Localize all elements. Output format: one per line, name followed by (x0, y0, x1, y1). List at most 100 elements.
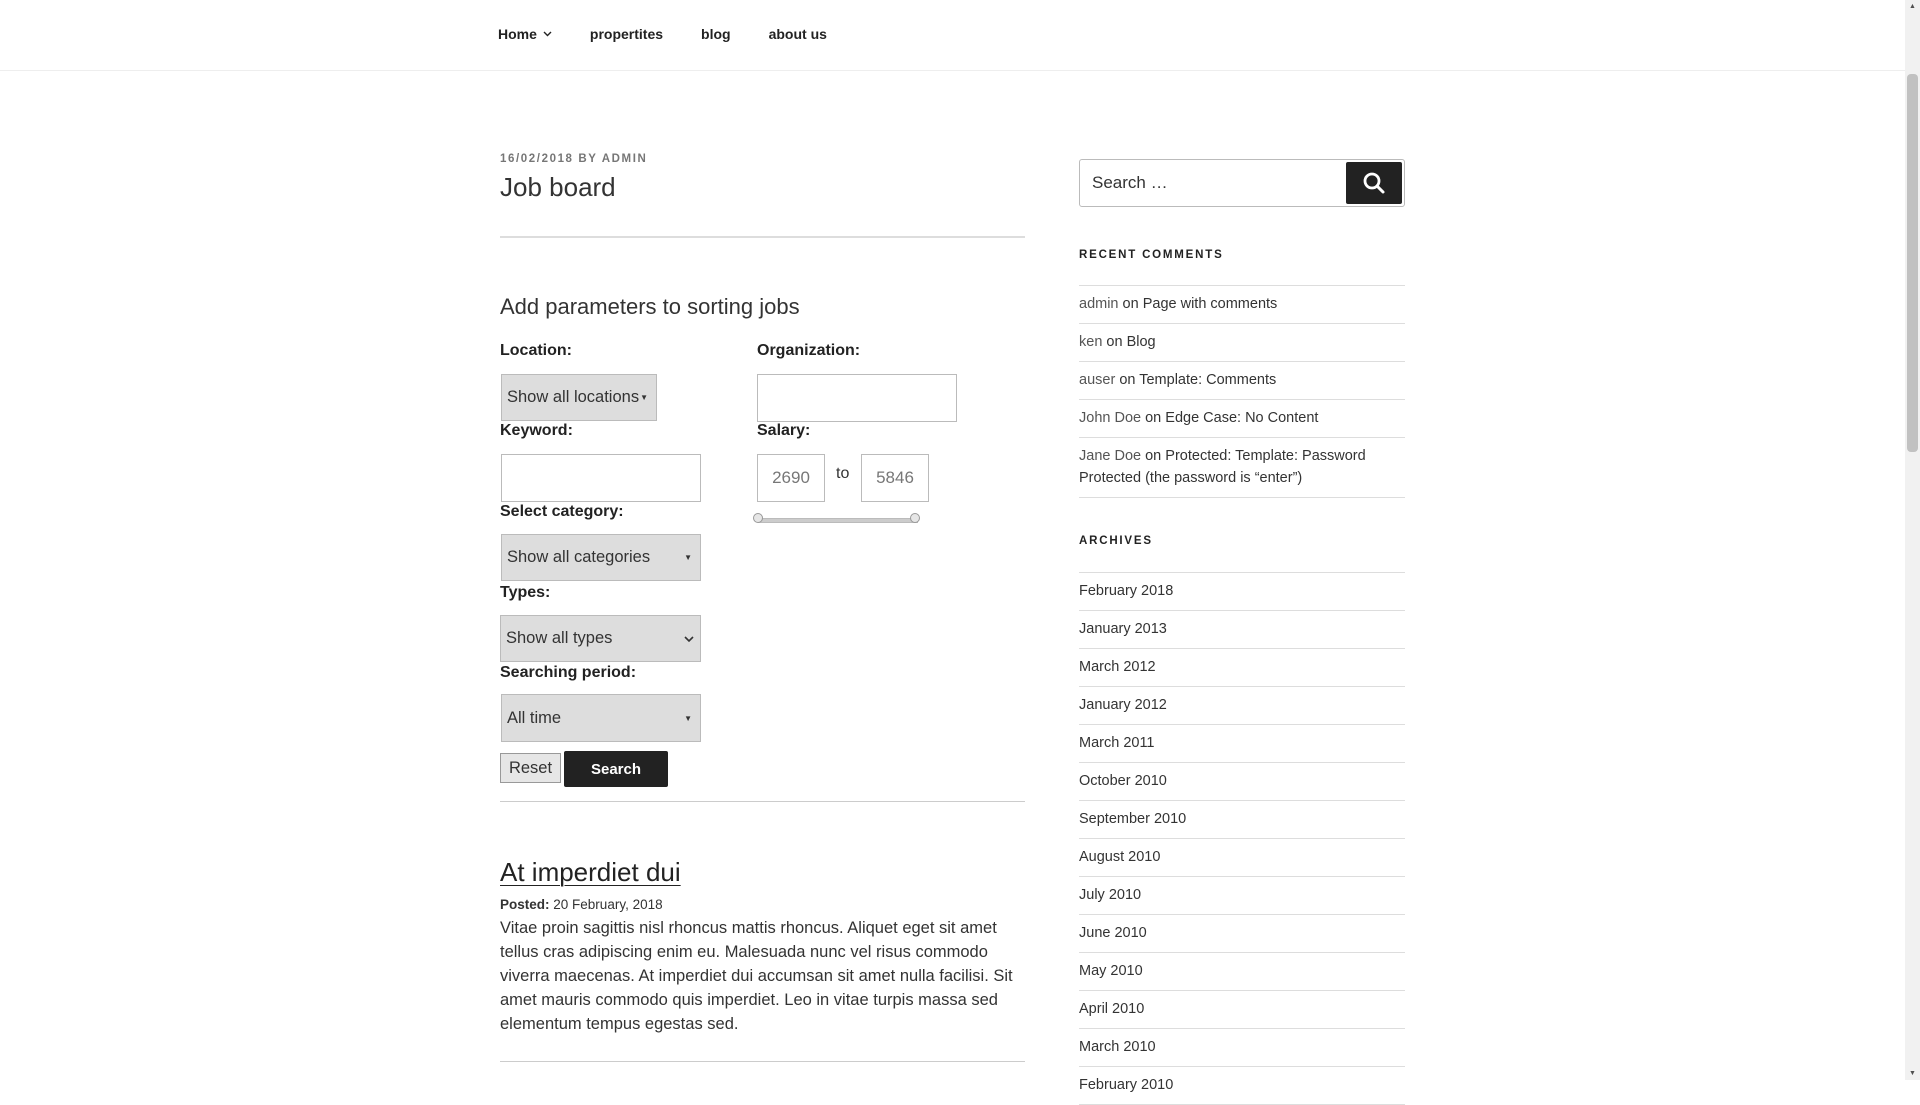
comment-on: on (1145, 410, 1162, 426)
comment-post-link[interactable]: Edge Case: No Content (1165, 410, 1318, 426)
comment-author: auser (1079, 372, 1116, 388)
period-select[interactable]: All time ▼ (501, 694, 701, 742)
scrollbar-thumb[interactable] (1907, 74, 1918, 452)
keyword-input[interactable] (501, 454, 701, 502)
nav-item-about-us[interactable]: about us (769, 26, 827, 42)
category-select-value: Show all categories (507, 548, 651, 566)
recent-comments-title: RECENT COMMENTS (1079, 249, 1224, 261)
dropdown-arrow-icon: ▼ (640, 393, 648, 402)
chevron-down-icon (684, 632, 694, 646)
nav-item-home[interactable]: Home (498, 26, 552, 42)
archive-link[interactable]: March 2012 (1079, 659, 1156, 675)
archive-item: September 2010 (1079, 801, 1405, 839)
post-date[interactable]: 16/02/2018 (500, 153, 574, 165)
types-select[interactable]: Show all types (500, 615, 701, 662)
types-label: Types: (500, 584, 551, 601)
search-button[interactable]: Search (564, 751, 668, 787)
comment-post-link[interactable]: Template: Comments (1139, 372, 1276, 388)
nav-item-blog[interactable]: blog (701, 26, 731, 42)
job-posted-label: Posted: (500, 897, 550, 912)
location-label: Location: (500, 342, 572, 359)
job-title-link[interactable]: At imperdiet dui (500, 857, 681, 888)
comment-on: on (1145, 448, 1162, 464)
archive-item: March 2010 (1079, 1029, 1405, 1067)
period-select-value: All time (507, 708, 562, 727)
organization-input[interactable] (757, 374, 957, 422)
comment-author: John Doe (1079, 410, 1142, 426)
archive-link[interactable]: October 2010 (1079, 773, 1167, 789)
top-navigation: Home propertites blog about us (0, 0, 1905, 71)
comment-on: on (1119, 372, 1136, 388)
keyword-label: Keyword: (500, 422, 573, 439)
recent-comments-list: admin on Page with comments ken on Blog … (1079, 285, 1405, 498)
list-item: Jane Doe on Protected: Template: Passwor… (1079, 438, 1405, 498)
comment-author: admin (1079, 296, 1119, 312)
salary-max-input[interactable]: 5846 (861, 454, 929, 502)
nav-item-label: blog (701, 26, 731, 42)
archive-link[interactable]: May 2010 (1079, 963, 1143, 979)
salary-slider-max-handle[interactable] (910, 513, 920, 523)
comment-author: ken (1079, 334, 1103, 350)
post-meta: 16/02/2018 BY ADMIN (500, 153, 647, 165)
nav-item-propertites[interactable]: propertites (590, 26, 663, 42)
archive-link[interactable]: January 2012 (1079, 697, 1167, 713)
sort-form-heading: Add parameters to sorting jobs (500, 294, 800, 319)
salary-slider-min-handle[interactable] (753, 513, 763, 523)
list-item: admin on Page with comments (1079, 286, 1405, 324)
search-icon (1363, 172, 1385, 194)
comment-on: on (1106, 334, 1123, 350)
nav-item-label: about us (768, 26, 827, 42)
divider (500, 236, 1025, 238)
archive-link[interactable]: January 2013 (1079, 621, 1167, 637)
salary-min-input[interactable]: 2690 (757, 454, 825, 502)
list-item: John Doe on Edge Case: No Content (1079, 400, 1405, 438)
archives-list: February 2018 January 2013 March 2012 Ja… (1079, 572, 1405, 1105)
archive-link[interactable]: March 2010 (1079, 1039, 1156, 1055)
archive-link[interactable]: March 2011 (1079, 735, 1155, 751)
scroll-up-arrow-icon[interactable]: ▲ (1908, 3, 1917, 10)
divider (500, 801, 1025, 802)
archive-item: October 2010 (1079, 763, 1405, 801)
salary-to-label: to (836, 465, 850, 482)
types-select-value: Show all types (506, 629, 613, 647)
chevron-down-icon (543, 29, 552, 40)
location-select[interactable]: Show all locations ▼ (501, 374, 657, 421)
archive-link[interactable]: September 2010 (1079, 811, 1186, 827)
divider (500, 1061, 1025, 1062)
page-title: Job board (500, 172, 616, 202)
search-input[interactable]: Search … (1092, 173, 1168, 193)
category-label: Select category: (500, 503, 624, 520)
comment-post-link[interactable]: Page with comments (1143, 296, 1278, 312)
archive-item: July 2010 (1079, 877, 1405, 915)
location-select-value: Show all locations (507, 388, 640, 406)
comment-on: on (1122, 296, 1139, 312)
archive-item: February 2018 (1079, 573, 1405, 611)
archive-item: February 2010 (1079, 1067, 1405, 1105)
archive-item: March 2011 (1079, 725, 1405, 763)
list-item: ken on Blog (1079, 324, 1405, 362)
archive-item: May 2010 (1079, 953, 1405, 991)
salary-range-slider[interactable] (758, 518, 918, 523)
scroll-down-arrow-icon[interactable]: ▼ (1908, 1070, 1917, 1077)
nav-item-label: propertites (589, 26, 664, 42)
salary-label: Salary: (757, 422, 811, 439)
reset-button[interactable]: Reset (500, 753, 561, 783)
job-posted-date: 20 February, 2018 (553, 897, 663, 912)
archive-link[interactable]: April 2010 (1079, 1001, 1144, 1017)
archive-link[interactable]: June 2010 (1079, 925, 1147, 941)
archive-link[interactable]: February 2018 (1079, 583, 1173, 599)
archive-link[interactable]: August 2010 (1079, 849, 1160, 865)
archive-item: June 2010 (1079, 915, 1405, 953)
archive-link[interactable]: July 2010 (1079, 887, 1141, 903)
archive-item: April 2010 (1079, 991, 1405, 1029)
sidebar-search-button[interactable] (1346, 162, 1402, 204)
job-description: Vitae proin sagittis nisl rhoncus mattis… (500, 919, 1013, 1033)
page-scrollbar[interactable]: ▲ ▼ (1905, 0, 1920, 1080)
archive-link[interactable]: February 2010 (1079, 1077, 1173, 1093)
period-label: Searching period: (500, 664, 637, 681)
post-author[interactable]: ADMIN (602, 153, 648, 165)
nav-menu: Home propertites blog about us (498, 26, 865, 42)
category-select[interactable]: Show all categories ▼ (501, 534, 701, 581)
comment-post-link[interactable]: Blog (1127, 334, 1156, 350)
comment-author: Jane Doe (1079, 448, 1142, 464)
